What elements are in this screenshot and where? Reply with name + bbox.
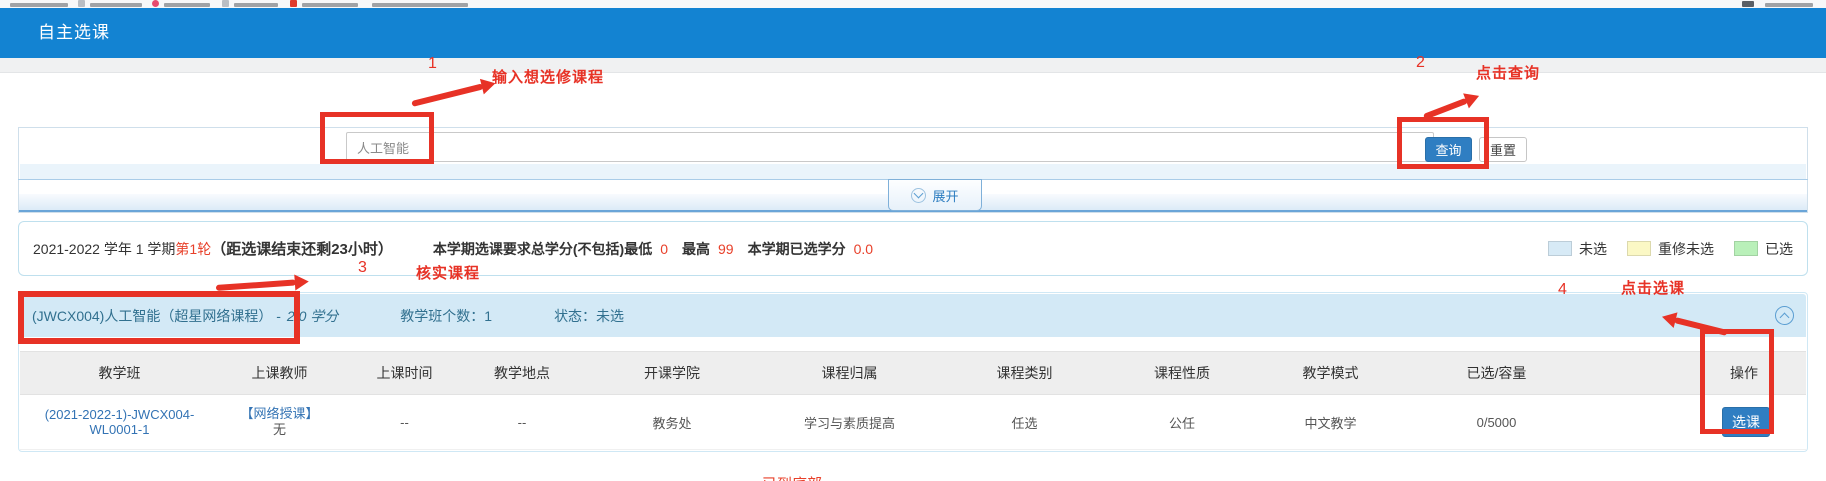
course-credits: 2.0 学分 bbox=[287, 306, 338, 326]
course-header-bar[interactable]: (JWCX004)人工智能（超星网络课程） - 2.0 学分 教学班个数：1 状… bbox=[20, 294, 1806, 337]
selected-credits-value: 0.0 bbox=[854, 241, 873, 257]
annotation-step3-number: 3 bbox=[358, 259, 367, 277]
bookmark-item[interactable] bbox=[90, 3, 142, 7]
course-search-input[interactable] bbox=[346, 132, 1434, 162]
bookmark-item[interactable] bbox=[234, 3, 278, 7]
status-legend: 未选 重修未选 已选 bbox=[1548, 239, 1793, 259]
expand-toggle[interactable]: 展开 bbox=[888, 179, 982, 211]
bookmark-item[interactable] bbox=[372, 3, 468, 7]
selected-credits-label: 本学期已选学分 bbox=[748, 239, 846, 259]
col-header-mode: 教学模式 bbox=[1257, 363, 1404, 383]
course-panel: (JWCX004)人工智能（超星网络课程） - 2.0 学分 教学班个数：1 状… bbox=[18, 292, 1808, 452]
bookmark-item[interactable] bbox=[302, 3, 358, 7]
course-category-cell: 任选 bbox=[942, 413, 1107, 432]
select-course-button[interactable]: 选课 bbox=[1722, 407, 1770, 437]
annotation-step1-number: 1 bbox=[428, 55, 437, 73]
col-header-nature: 课程性质 bbox=[1107, 363, 1257, 383]
annotation-step2-label: 点击查询 bbox=[1476, 62, 1540, 83]
bookmark-item[interactable] bbox=[10, 3, 68, 7]
annotation-arrow-1 bbox=[412, 83, 494, 104]
college-cell: 教务处 bbox=[587, 413, 757, 432]
table-row: (2021-2022-1)-JWCX004-WL0001-1 【网络授课】 无 … bbox=[20, 395, 1806, 450]
col-header-class: 教学班 bbox=[32, 363, 207, 383]
expand-label: 展开 bbox=[932, 186, 958, 205]
credit-max-label: 最高 bbox=[682, 239, 710, 259]
class-time-cell: -- bbox=[352, 415, 457, 430]
course-belong-cell: 学习与素质提高 bbox=[757, 413, 942, 432]
col-header-capacity: 已选/容量 bbox=[1404, 363, 1589, 383]
legend-retake-swatch bbox=[1627, 241, 1651, 256]
legend-selected: 已选 bbox=[1734, 239, 1793, 259]
course-nature-cell: 公任 bbox=[1107, 413, 1257, 432]
browser-bookmarks-bar[interactable] bbox=[0, 0, 1826, 8]
bookmark-item[interactable] bbox=[1765, 3, 1813, 7]
course-title: (JWCX004)人工智能（超星网络课程） - bbox=[32, 306, 281, 326]
annotation-arrow-2 bbox=[1424, 96, 1478, 117]
class-code-link[interactable]: (2021-2022-1)-JWCX004-WL0001-1 bbox=[32, 407, 207, 437]
folder-icon bbox=[78, 0, 85, 7]
page-title: 自主选课 bbox=[38, 8, 110, 58]
credit-req-label: 本学期选课要求总学分(不包括)最低 bbox=[433, 239, 652, 259]
countdown-label: （距选课结束还剩23小时） bbox=[211, 238, 393, 259]
legend-unselected-swatch bbox=[1548, 241, 1572, 256]
site-favicon bbox=[152, 0, 159, 7]
col-header-location: 教学地点 bbox=[457, 363, 587, 383]
subheader-strip bbox=[0, 58, 1826, 73]
query-button[interactable]: 查询 bbox=[1425, 137, 1472, 162]
annotation-step4-number: 4 bbox=[1558, 281, 1567, 299]
teacher-mode-tag: 【网络授课】 bbox=[240, 406, 318, 422]
course-class-count: 教学班个数：1 bbox=[400, 306, 492, 326]
location-cell: -- bbox=[457, 415, 587, 430]
annotation-step3-label: 核实课程 bbox=[416, 262, 480, 283]
term-label: 2021-2022 学年 1 学期 bbox=[33, 239, 175, 259]
teacher-cell: 【网络授课】 无 bbox=[207, 406, 352, 438]
legend-unselected: 未选 bbox=[1548, 239, 1607, 259]
site-favicon bbox=[290, 0, 297, 7]
col-header-belong: 课程归属 bbox=[757, 363, 942, 383]
semester-info-panel: 2021-2022 学年 1 学期 第1轮 （距选课结束还剩23小时） 本学期选… bbox=[18, 221, 1808, 276]
collapse-course-button[interactable] bbox=[1775, 306, 1794, 325]
credit-max-value: 99 bbox=[718, 241, 734, 257]
credit-min-value: 0 bbox=[660, 241, 668, 257]
legend-retake-unselected: 重修未选 bbox=[1627, 239, 1714, 259]
end-of-list-note: 已到底部 bbox=[762, 473, 822, 481]
col-header-action: 操作 bbox=[1730, 363, 1758, 383]
col-header-college: 开课学院 bbox=[587, 363, 757, 383]
chevron-down-circle-icon bbox=[911, 188, 926, 203]
bookmark-item[interactable] bbox=[164, 3, 210, 7]
round-label: 第1轮 bbox=[175, 239, 211, 259]
col-header-category: 课程类别 bbox=[942, 363, 1107, 383]
annotation-step2-number: 2 bbox=[1416, 54, 1425, 72]
page: 自主选课 查询 重置 展开 2021-2022 学年 1 学期 第1轮 （距选课… bbox=[0, 0, 1826, 481]
annotation-step4-label: 点击选课 bbox=[1621, 277, 1685, 298]
teach-mode-cell: 中文教学 bbox=[1257, 413, 1404, 432]
app-header: 自主选课 bbox=[0, 8, 1826, 58]
folder-icon bbox=[222, 0, 229, 7]
annotation-step1-label: 输入想选修课程 bbox=[492, 66, 604, 87]
legend-selected-swatch bbox=[1734, 241, 1758, 256]
table-header-row: 教学班 上课教师 上课时间 教学地点 开课学院 课程归属 课程类别 课程性质 教… bbox=[20, 351, 1806, 395]
search-panel-strip bbox=[20, 164, 1806, 179]
teacher-name: 无 bbox=[273, 422, 286, 438]
col-header-time: 上课时间 bbox=[352, 363, 457, 383]
reset-button[interactable]: 重置 bbox=[1479, 137, 1527, 162]
browser-icon[interactable] bbox=[1742, 1, 1754, 7]
annotation-arrow-3 bbox=[216, 282, 308, 288]
col-header-teacher: 上课教师 bbox=[207, 363, 352, 383]
course-status: 状态：未选 bbox=[554, 306, 624, 326]
capacity-cell: 0/5000 bbox=[1404, 415, 1589, 430]
